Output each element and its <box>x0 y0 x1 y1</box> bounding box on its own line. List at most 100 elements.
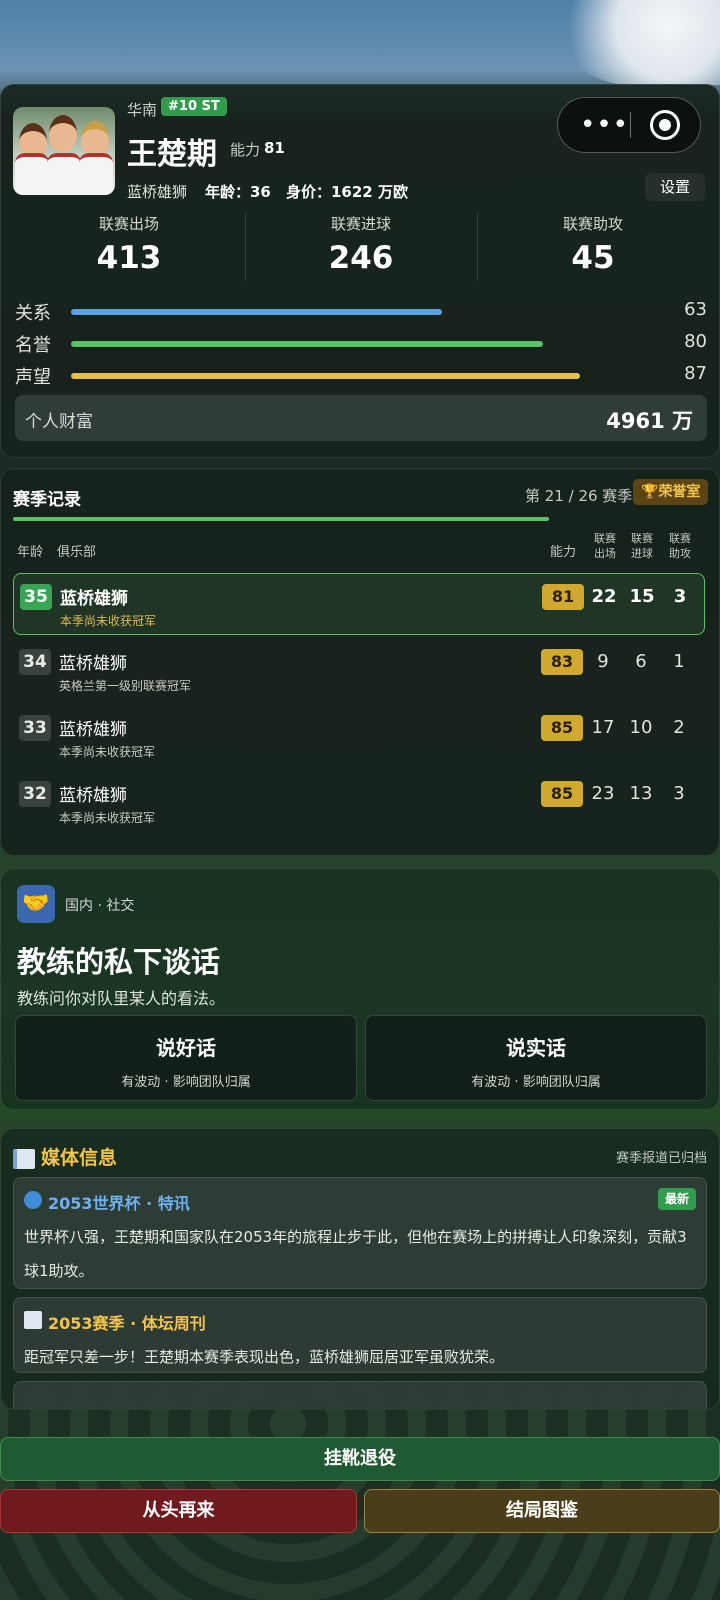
row-ability: 85 <box>541 781 583 807</box>
player-profile-card: 华南 #10 ST 王楚期 能力 81 蓝桥雄狮 年龄：36 身价：1622 万… <box>0 84 720 458</box>
stat-label: 联赛出场 <box>98 215 159 233</box>
bar-value: 63 <box>684 299 707 320</box>
stat-label: 联赛进球 <box>330 215 391 233</box>
row-assists: 1 <box>673 651 685 672</box>
col-goals: 联赛 进球 <box>631 532 653 560</box>
season-title: 赛季记录 <box>13 490 81 510</box>
player-region: 华南 <box>127 101 158 119</box>
wealth-box: 个人财富 4961 万 <box>15 395 707 441</box>
stat-assists: 联赛助攻 45 <box>477 213 709 276</box>
event-card: 🤝 国内 · 社交 教练的私下谈话 教练问你对队里某人的看法。 说好话 有波动 … <box>0 868 720 1110</box>
stat-value: 45 <box>571 240 615 276</box>
player-market-value: 身价：1622 万欧 <box>286 183 408 201</box>
bar-fame: 名誉 80 <box>15 331 707 356</box>
media-item-header: 2053世界杯 · 特讯 <box>48 1194 190 1213</box>
player-name: 王楚期 <box>127 137 217 172</box>
row-note: 本季尚未收获冠军 <box>60 614 157 628</box>
choice-subtitle: 有波动 · 影响团队归属 <box>471 1075 601 1090</box>
settings-button[interactable]: 设置 <box>645 173 705 201</box>
row-goals: 13 <box>629 783 653 804</box>
row-apps: 22 <box>591 586 617 607</box>
row-age: 35 <box>20 584 52 610</box>
sky-cloud <box>550 0 720 85</box>
season-row[interactable]: 33 蓝桥雄狮 本季尚未收获冠军 85 17 10 2 <box>13 705 705 767</box>
trophy-icon: 🏆 <box>641 484 659 500</box>
row-note: 英格兰第一级别联赛冠军 <box>59 679 192 693</box>
stat-label: 联赛助攻 <box>562 215 623 233</box>
bar-value: 87 <box>684 363 707 384</box>
row-age: 34 <box>19 649 51 675</box>
media-item-partial[interactable] <box>13 1381 707 1409</box>
col-club: 俱乐部 <box>57 545 97 560</box>
row-age: 33 <box>19 715 51 741</box>
col-assists: 联赛 助攻 <box>669 532 691 560</box>
row-club: 蓝桥雄狮 <box>60 589 128 609</box>
more-dots-icon[interactable]: ••• <box>580 110 629 140</box>
newspaper-icon <box>24 1311 42 1329</box>
season-records-card: 赛季记录 第 21 / 26 赛季 🏆荣誉室 年龄 俱乐部 能力 联赛 出场 联… <box>0 468 720 856</box>
row-assists: 2 <box>673 717 685 738</box>
choice-title: 说好话 <box>156 1036 216 1060</box>
stat-value: 413 <box>96 240 162 276</box>
player-age: 年龄：36 <box>205 183 271 201</box>
bar-label: 声望 <box>15 367 51 388</box>
stat-value: 246 <box>328 240 394 276</box>
row-assists: 3 <box>673 783 685 804</box>
row-club: 蓝桥雄狮 <box>59 654 127 674</box>
bar-label: 名誉 <box>15 335 51 356</box>
row-apps: 9 <box>597 651 609 672</box>
row-note: 本季尚未收获冠军 <box>59 745 156 759</box>
media-item[interactable]: 2053世界杯 · 特讯 最新 世界杯八强，王楚期和国家队在2053年的旅程止步… <box>13 1177 707 1289</box>
bar-fill <box>71 309 442 315</box>
event-description: 教练问你对队里某人的看法。 <box>17 989 226 1008</box>
season-progress-bar <box>13 517 549 521</box>
stat-appearances: 联赛出场 413 <box>13 213 245 276</box>
row-club: 蓝桥雄狮 <box>59 786 127 806</box>
season-row[interactable]: 35 蓝桥雄狮 本季尚未收获冠军 81 22 15 3 <box>13 573 705 635</box>
restart-button[interactable]: 从头再来 <box>0 1489 357 1533</box>
row-ability: 81 <box>542 584 584 610</box>
wealth-label: 个人财富 <box>25 412 93 432</box>
row-note: 本季尚未收获冠军 <box>59 811 156 825</box>
media-card: 媒体信息 赛季报道已归档 2053世界杯 · 特讯 最新 世界杯八强，王楚期和国… <box>0 1128 720 1410</box>
honor-room-button[interactable]: 🏆荣誉室 <box>633 479 709 505</box>
media-item-text: 距冠军只差一步！王楚期本赛季表现出色，蓝桥雄狮屈居亚军虽败犹荣。 <box>24 1348 505 1366</box>
col-age: 年龄 <box>17 545 44 560</box>
row-goals: 15 <box>629 586 655 607</box>
choice-speak-well-button[interactable]: 说好话 有波动 · 影响团队归属 <box>15 1015 357 1101</box>
media-item-text: 世界杯八强，王楚期和国家队在2053年的旅程止步于此，但他在赛场上的拼搏让人印象… <box>24 1228 687 1280</box>
bar-relation: 关系 63 <box>15 299 707 324</box>
endings-gallery-button[interactable]: 结局图鉴 <box>364 1489 720 1533</box>
media-item[interactable]: 2053赛季 · 体坛周刊 距冠军只差一步！王楚期本赛季表现出色，蓝桥雄狮屈居亚… <box>13 1297 707 1373</box>
season-row[interactable]: 32 蓝桥雄狮 本季尚未收获冠军 85 23 13 3 <box>13 771 705 833</box>
choice-subtitle: 有波动 · 影响团队归属 <box>121 1075 251 1090</box>
bar-fill <box>71 341 543 347</box>
player-club: 蓝桥雄狮 <box>127 183 188 201</box>
honor-label: 荣誉室 <box>658 484 701 500</box>
col-apps: 联赛 出场 <box>594 532 616 560</box>
new-badge: 最新 <box>657 1188 696 1210</box>
bar-label: 关系 <box>15 303 51 324</box>
season-row[interactable]: 34 蓝桥雄狮 英格兰第一级别联赛冠军 83 9 6 1 <box>13 639 705 701</box>
miniprogram-capsule: ••• <box>557 97 701 153</box>
newspaper-icon <box>13 1149 35 1169</box>
globe-icon <box>24 1191 42 1209</box>
retire-button[interactable]: 挂靴退役 <box>0 1437 720 1481</box>
close-target-icon[interactable] <box>650 110 680 140</box>
row-age: 32 <box>19 781 51 807</box>
position-badge: #10 ST <box>161 97 227 116</box>
handshake-icon: 🤝 <box>17 885 55 923</box>
choice-speak-truth-button[interactable]: 说实话 有波动 · 影响团队归属 <box>365 1015 707 1101</box>
ability-label: 能力 <box>230 141 261 159</box>
stat-goals: 联赛进球 246 <box>245 213 477 276</box>
ability-value: 81 <box>264 139 285 157</box>
bar-value: 80 <box>684 331 707 352</box>
col-ability: 能力 <box>550 545 577 560</box>
player-avatar <box>13 107 115 195</box>
event-title: 教练的私下谈话 <box>17 945 221 979</box>
row-ability: 85 <box>541 715 583 741</box>
row-goals: 10 <box>629 717 653 738</box>
choice-title: 说实话 <box>506 1036 566 1060</box>
row-club: 蓝桥雄狮 <box>59 720 127 740</box>
row-assists: 3 <box>673 586 687 607</box>
